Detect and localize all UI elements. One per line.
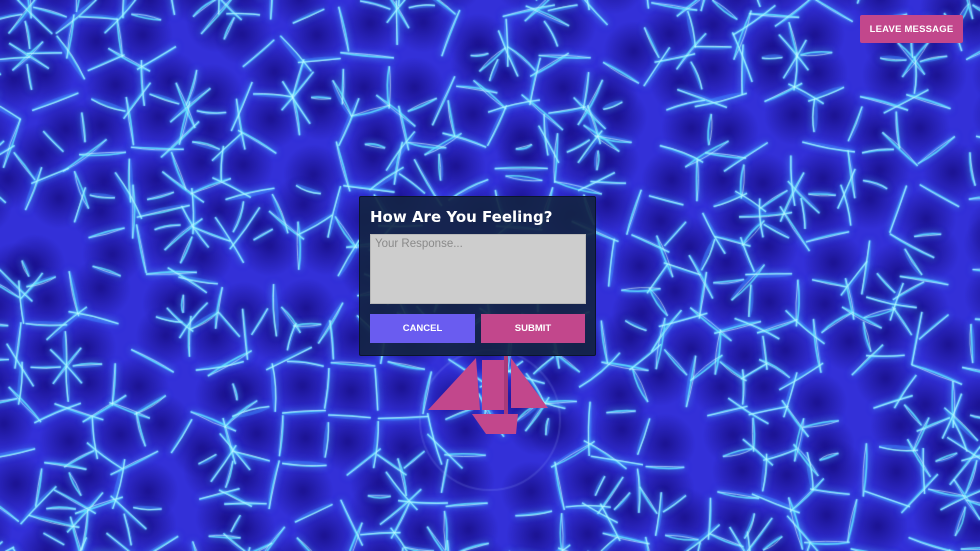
feeling-dialog: How Are You Feeling? CANCEL SUBMIT xyxy=(359,196,596,356)
sailboat-icon xyxy=(428,356,548,434)
dialog-title: How Are You Feeling? xyxy=(370,208,553,226)
submit-button[interactable]: SUBMIT xyxy=(481,314,585,343)
response-input[interactable] xyxy=(370,234,586,304)
leave-message-button[interactable]: LEAVE MESSAGE xyxy=(860,15,963,43)
cancel-button[interactable]: CANCEL xyxy=(370,314,475,343)
